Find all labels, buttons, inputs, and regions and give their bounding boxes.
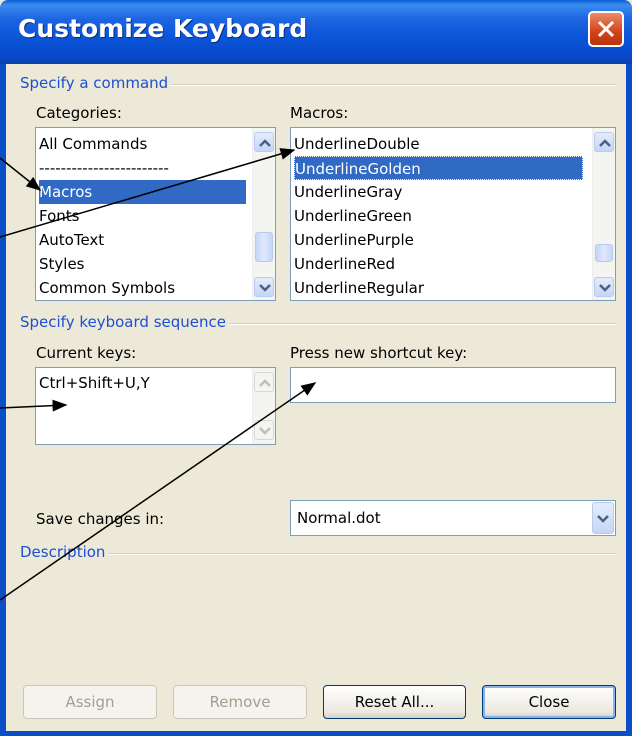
list-item-separator: ------------------------ — [39, 159, 169, 177]
assign-button[interactable]: Assign — [23, 685, 157, 719]
categories-scrollbar[interactable] — [252, 128, 275, 300]
window-frame-right — [626, 64, 632, 736]
list-item[interactable]: UnderlinePurple — [294, 228, 414, 252]
scroll-down-button[interactable] — [594, 277, 614, 297]
window-title: Customize Keyboard — [18, 14, 308, 43]
list-item[interactable]: Fonts — [39, 204, 79, 228]
chevron-up-icon — [599, 139, 611, 147]
list-item-selected[interactable]: UnderlineGolden — [294, 156, 583, 180]
scroll-up-button[interactable] — [594, 132, 614, 152]
title-bar[interactable]: Customize Keyboard — [0, 0, 632, 64]
macros-label: Macros: — [290, 104, 349, 122]
window-frame-left — [0, 64, 6, 736]
command-group-title: Specify a command — [20, 74, 173, 92]
window-frame-bottom — [0, 731, 632, 736]
chevron-down-icon — [259, 427, 271, 435]
list-item[interactable]: UnderlineDouble — [294, 132, 420, 156]
list-item[interactable]: AutoText — [39, 228, 104, 252]
scroll-up-button[interactable] — [254, 132, 274, 152]
list-item[interactable]: Styles — [39, 252, 85, 276]
current-keys-label: Current keys: — [36, 344, 137, 362]
reset-all-button[interactable]: Reset All... — [323, 685, 466, 719]
list-item[interactable]: Common Symbols — [39, 276, 175, 300]
chevron-down-icon — [259, 284, 271, 292]
list-item[interactable]: UnderlineRed — [294, 252, 395, 276]
current-keys-listbox[interactable]: Ctrl+Shift+U,Y — [35, 367, 276, 445]
chevron-up-icon — [259, 139, 271, 147]
remove-button[interactable]: Remove — [173, 685, 307, 719]
annotation-arrow — [0, 157, 42, 191]
chevron-down-icon — [597, 515, 609, 523]
description-group-title: Description — [20, 543, 110, 561]
chevron-down-icon — [599, 284, 611, 292]
new-shortcut-input[interactable] — [290, 367, 616, 403]
list-item[interactable]: UnderlineGreen — [294, 204, 412, 228]
scroll-down-button[interactable] — [254, 277, 274, 297]
scroll-up-button — [254, 372, 274, 392]
new-shortcut-label: Press new shortcut key: — [290, 344, 468, 362]
close-window-button[interactable] — [588, 11, 624, 47]
list-item[interactable]: UnderlineRegular — [294, 276, 424, 300]
scroll-thumb[interactable] — [595, 244, 613, 262]
dropdown-button[interactable] — [592, 502, 614, 534]
current-keys-scrollbar — [252, 368, 275, 444]
save-changes-label: Save changes in: — [36, 510, 165, 528]
categories-listbox[interactable]: All Commands ------------------------ Ma… — [35, 127, 276, 301]
close-button[interactable]: Close — [482, 685, 616, 719]
close-x-icon — [597, 20, 615, 38]
scroll-thumb[interactable] — [255, 232, 273, 262]
categories-label: Categories: — [36, 104, 122, 122]
save-changes-value: Normal.dot — [297, 509, 381, 527]
macros-scrollbar[interactable] — [592, 128, 615, 300]
customize-keyboard-dialog: Customize Keyboard Specify a command Cat… — [0, 0, 632, 736]
chevron-up-icon — [259, 379, 271, 387]
save-changes-select[interactable]: Normal.dot — [290, 500, 616, 536]
keyboard-group-title: Specify keyboard sequence — [20, 313, 230, 331]
scroll-down-button — [254, 420, 274, 440]
list-item-selected[interactable]: Macros — [39, 180, 246, 204]
list-item[interactable]: All Commands — [39, 132, 147, 156]
list-item[interactable]: Ctrl+Shift+U,Y — [39, 371, 150, 395]
list-item[interactable]: UnderlineGray — [294, 180, 402, 204]
macros-listbox[interactable]: UnderlineDouble UnderlineGolden Underlin… — [290, 127, 616, 301]
